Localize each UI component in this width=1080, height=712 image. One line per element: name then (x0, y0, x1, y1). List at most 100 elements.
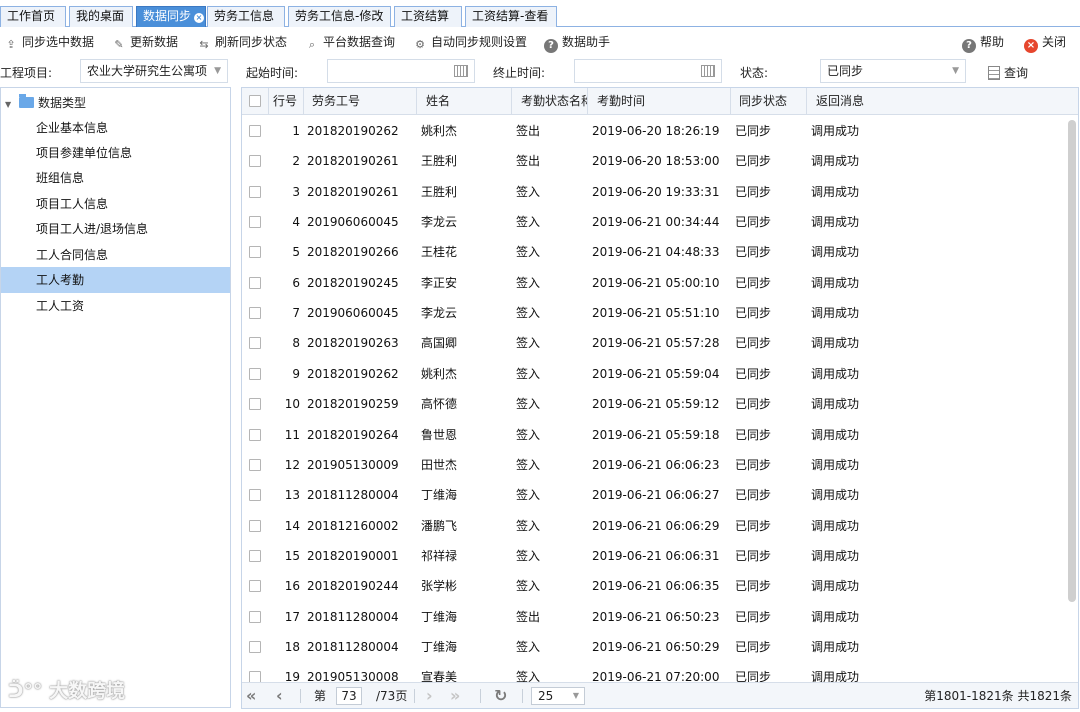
next-page-icon[interactable]: › (426, 683, 433, 708)
table-row[interactable]: 14 201812160002 潘鹏飞 签入 2019-06-21 06:06:29 已同… (242, 511, 1068, 541)
row-checkbox[interactable] (249, 610, 261, 623)
end-time-label: 终止时间: (493, 66, 546, 80)
tab-salary-settlement-view[interactable]: 工资结算-查看 (465, 6, 557, 27)
data-assistant-button[interactable]: ? 数据助手 (544, 33, 610, 53)
tree-item-worker-contract[interactable]: 工人合同信息 (1, 242, 230, 268)
column-header-name[interactable]: 姓名 (417, 88, 512, 115)
cell-attendance-time: 2019-06-21 06:06:31 (592, 548, 720, 563)
row-select-cell (249, 480, 265, 510)
column-header-row-no[interactable]: 行号 (269, 88, 304, 115)
tree-item-label: 工人合同信息 (36, 248, 109, 262)
table-row[interactable]: 6 201820190245 李正安 签入 2019-06-21 05:00:10 已同步… (242, 268, 1068, 298)
first-page-icon[interactable]: « (246, 683, 256, 708)
tree-item-enterprise-info[interactable]: 企业基本信息 (1, 115, 230, 141)
cell-name: 高国卿 (421, 336, 458, 351)
row-checkbox[interactable] (249, 246, 261, 259)
tab-home[interactable]: 工作首页 (0, 6, 66, 27)
column-header-attendance-time[interactable]: 考勤时间 (588, 88, 731, 115)
refresh-icon[interactable]: ↻ (494, 683, 507, 708)
row-checkbox[interactable] (249, 155, 261, 168)
row-checkbox[interactable] (249, 458, 261, 471)
select-all-checkbox[interactable] (249, 95, 261, 107)
tree-item-worker-salary[interactable]: 工人工资 (1, 293, 230, 319)
sync-selected-button[interactable]: ⇪ 同步选中数据 (4, 33, 94, 51)
table-row[interactable]: 2 201820190261 王胜利 签出 2019-06-20 18:53:00 已同步… (242, 146, 1068, 176)
row-checkbox[interactable] (249, 216, 261, 229)
tab-salary-settlement[interactable]: 工资结算 (394, 6, 462, 27)
prev-page-icon[interactable]: ‹ (276, 683, 283, 708)
table-row[interactable]: 10 201820190259 高怀德 签入 2019-06-21 05:59:12 已同… (242, 389, 1068, 419)
project-select[interactable]: 农业大学研究生公寓项 ▼ (80, 59, 228, 83)
table-row[interactable]: 13 201811280004 丁维海 签入 2019-06-21 06:06:27 已同… (242, 480, 1068, 510)
auto-sync-rules-button[interactable]: ⚙ 自动同步规则设置 (413, 33, 527, 51)
row-checkbox[interactable] (249, 307, 261, 320)
cell-name: 宣春美 (421, 670, 458, 682)
table-row[interactable]: 7 201906060045 李龙云 签入 2019-06-21 05:51:10 已同步… (242, 298, 1068, 328)
refresh-sync-status-button[interactable]: ⇆ 刷新同步状态 (197, 33, 287, 51)
tree-item-worker-info[interactable]: 项目工人信息 (1, 191, 230, 217)
last-page-icon[interactable]: » (450, 683, 460, 708)
vertical-scrollbar[interactable] (1068, 120, 1076, 602)
query-button[interactable]: 查询 (988, 64, 1028, 81)
table-row[interactable]: 15 201820190001 祁祥禄 签入 2019-06-21 06:06:31 已同… (242, 541, 1068, 571)
row-checkbox[interactable] (249, 671, 261, 682)
tree-item-participating-units[interactable]: 项目参建单位信息 (1, 140, 230, 166)
row-checkbox[interactable] (249, 549, 261, 562)
table-row[interactable]: 12 201905130009 田世杰 签入 2019-06-21 06:06:23 已同… (242, 450, 1068, 480)
tree-item-worker-entry-exit[interactable]: 项目工人进/退场信息 (1, 216, 230, 242)
row-checkbox[interactable] (249, 519, 261, 532)
tree-item-worker-attendance[interactable]: 工人考勤 (1, 267, 230, 293)
tab-desktop[interactable]: 我的桌面 (69, 6, 133, 27)
row-checkbox[interactable] (249, 337, 261, 350)
cell-sync-status: 已同步 (735, 639, 772, 654)
page-size-select[interactable]: 25 ▼ (531, 687, 585, 705)
column-header-return-message[interactable]: 返回消息 (807, 88, 1078, 115)
cell-name: 李正安 (421, 275, 458, 290)
table-row[interactable]: 3 201820190261 王胜利 签入 2019-06-20 19:33:31 已同步… (242, 177, 1068, 207)
row-checkbox[interactable] (249, 367, 261, 380)
table-row[interactable]: 1 201820190262 姚利杰 签出 2019-06-20 18:26:19 已同步… (242, 116, 1068, 146)
row-checkbox[interactable] (249, 580, 261, 593)
table-row[interactable]: 17 201811280004 丁维海 签出 2019-06-21 06:50:23 已同… (242, 602, 1068, 632)
column-header-labor-id[interactable]: 劳务工号 (304, 88, 417, 115)
tree-item-team-info[interactable]: 班组信息 (1, 165, 230, 191)
table-row[interactable]: 8 201820190263 高国卿 签入 2019-06-21 05:57:28 已同步… (242, 328, 1068, 358)
row-checkbox[interactable] (249, 398, 261, 411)
row-checkbox[interactable] (249, 428, 261, 441)
row-checkbox[interactable] (249, 276, 261, 289)
help-button[interactable]: ? 帮助 (962, 33, 1004, 53)
expand-arrow-icon[interactable]: ▼ (5, 96, 15, 114)
table-row[interactable]: 16 201820190244 张学彬 签入 2019-06-21 06:06:35 已同… (242, 571, 1068, 601)
close-button[interactable]: × 关闭 (1024, 33, 1066, 53)
cell-attendance-status: 签入 (516, 548, 541, 563)
column-header-attendance-status[interactable]: 考勤状态名称 (512, 88, 588, 115)
tab-close-icon[interactable]: × (194, 13, 205, 23)
start-time-input[interactable] (327, 59, 475, 83)
cell-name: 鲁世恩 (421, 427, 458, 442)
platform-data-query-button[interactable]: ⌕ 平台数据查询 (305, 33, 395, 51)
tree-root[interactable]: ▼ 数据类型 (5, 94, 86, 112)
status-select[interactable]: 已同步 ▼ (820, 59, 966, 83)
table-row[interactable]: 18 201811280004 丁维海 签入 2019-06-21 06:50:29 已同… (242, 632, 1068, 662)
end-time-input[interactable] (574, 59, 722, 83)
table-row[interactable]: 4 201906060045 李龙云 签入 2019-06-21 00:34:44 已同步… (242, 207, 1068, 237)
row-checkbox[interactable] (249, 125, 261, 137)
calendar-icon[interactable] (701, 65, 715, 77)
tab-labor-info[interactable]: 劳务工信息 (207, 6, 285, 27)
row-checkbox[interactable] (249, 489, 261, 502)
column-header-sync-status[interactable]: 同步状态 (731, 88, 807, 115)
table-row[interactable]: 11 201820190264 鲁世恩 签入 2019-06-21 05:59:18 已同… (242, 420, 1068, 450)
tab-labor-info-edit[interactable]: 劳务工信息-修改 (288, 6, 391, 27)
row-checkbox[interactable] (249, 640, 261, 653)
pager-divider (414, 689, 415, 703)
update-data-button[interactable]: ✎ 更新数据 (112, 33, 178, 51)
tab-data-sync[interactable]: 数据同步 × (136, 6, 206, 27)
calendar-icon[interactable] (454, 65, 468, 77)
cell-row-no: 7 (292, 306, 300, 321)
table-row[interactable]: 9 201820190262 姚利杰 签入 2019-06-21 05:59:04 已同步… (242, 359, 1068, 389)
row-checkbox[interactable] (249, 185, 261, 198)
table-row[interactable]: 5 201820190266 王桂花 签入 2019-06-21 04:48:33 已同步… (242, 237, 1068, 267)
edit-icon: ✎ (114, 38, 124, 51)
page-input[interactable]: 73 (336, 687, 362, 705)
table-row[interactable]: 19 201905130008 宣春美 签入 2019-06-21 07:20:00 已同… (242, 662, 1068, 682)
